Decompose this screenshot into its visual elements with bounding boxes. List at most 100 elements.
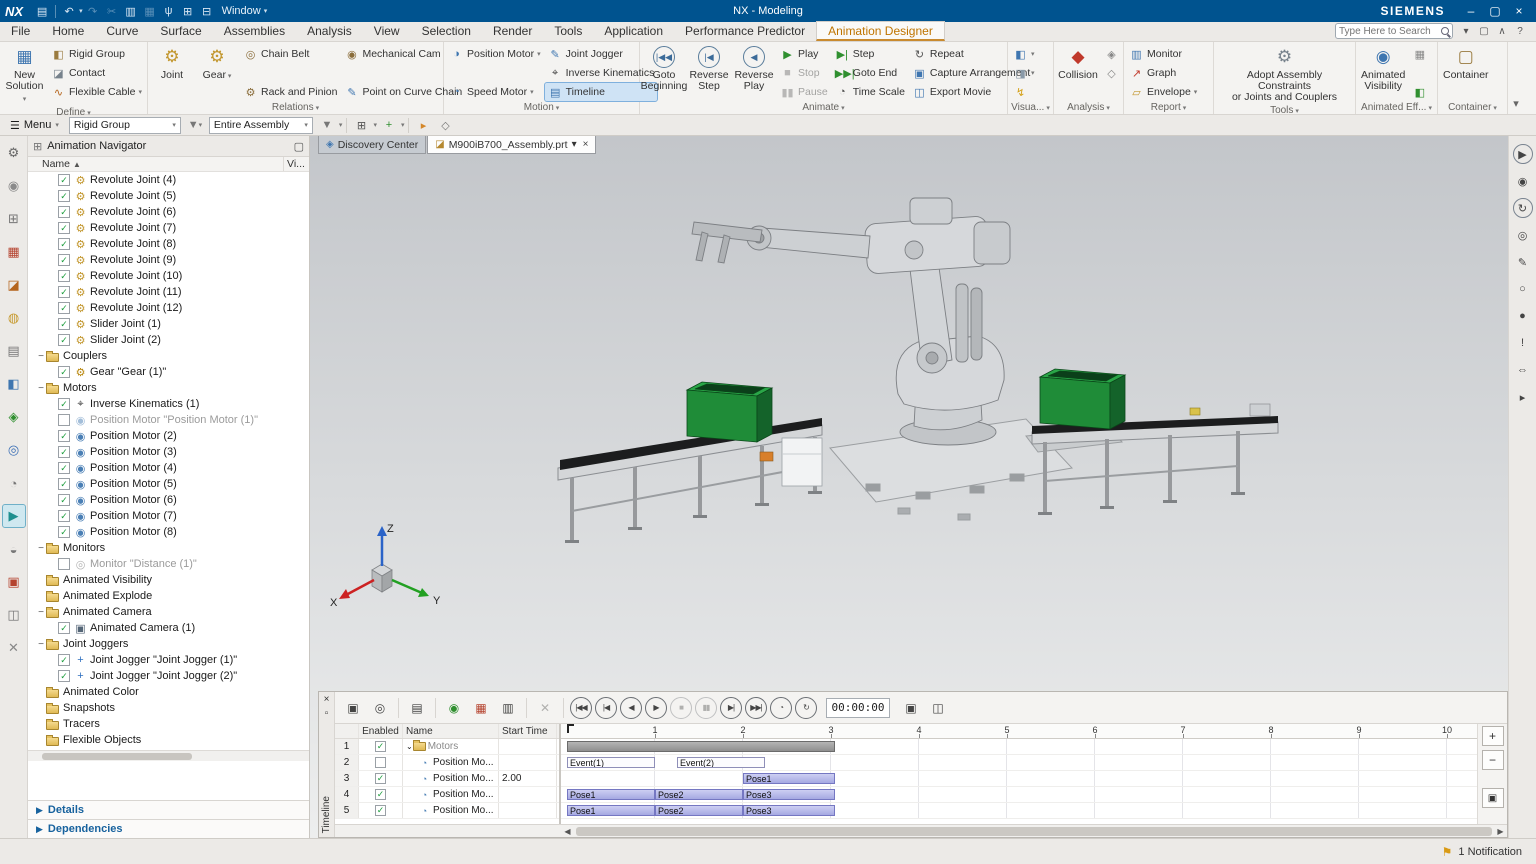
tree-item-slider-joint-2[interactable]: ✓ ⚙ Slider Joint (2) <box>28 332 309 348</box>
minimize-ribbon-icon[interactable]: ∧ <box>1494 23 1510 39</box>
sync-views-icon[interactable]: ◉ <box>1513 171 1533 191</box>
display-mode-button[interactable]: ◨ ▾ <box>1010 64 1038 82</box>
timeline-ruler[interactable]: 1 2 3 4 5 6 7 8 9 10 <box>561 724 1477 739</box>
tree-item-revolute-joint-7[interactable]: ✓ ⚙ Revolute Joint (7) <box>28 220 309 236</box>
tree-item-joint-jogger-joint-jogger-2[interactable]: ✓ + Joint Jogger "Joint Jogger (2)" <box>28 668 309 684</box>
animated-visibility-button[interactable]: ◉ Animated Visibility <box>1358 44 1408 101</box>
tree-item-position-motor-5[interactable]: ✓ ◉ Position Motor (5) <box>28 476 309 492</box>
details-section[interactable]: ▶ Details <box>28 800 309 819</box>
tree-item-position-motor-6[interactable]: ✓ ◉ Position Motor (6) <box>28 492 309 508</box>
tab-curve[interactable]: Curve <box>95 22 149 41</box>
arrow-tool-icon[interactable]: ▸ <box>1513 387 1533 407</box>
goto-end-button[interactable]: ▶▶| Goto End <box>832 64 908 82</box>
tree-checkbox[interactable]: ✓ <box>58 366 70 378</box>
circle-tool-icon[interactable]: ○ <box>1513 279 1533 299</box>
window-layout-icon[interactable]: ⊟ <box>198 2 216 20</box>
graph-button[interactable]: ↗ Graph <box>1126 64 1200 82</box>
capture-pose-icon[interactable]: ▦ <box>469 696 493 720</box>
chain-belt-button[interactable]: ◎ Chain Belt <box>240 45 340 63</box>
rigid-group-button[interactable]: ◧ Rigid Group <box>48 45 145 63</box>
tree-checkbox[interactable]: ✓ <box>58 302 70 314</box>
scroll-right-icon[interactable]: ▶ <box>1494 825 1507 837</box>
fly-through-icon[interactable]: ▸ <box>413 116 433 134</box>
graphics-window[interactable]: Z X Y ◈ Discovery Center ◪ M900iB700_Assemb… <box>310 136 1508 838</box>
tree-checkbox[interactable]: ✓ <box>58 622 70 634</box>
container-button[interactable]: ▢ Container <box>1440 44 1492 101</box>
tree-checkbox[interactable]: ✓ <box>58 670 70 682</box>
timeline-options-icon[interactable]: ▫ <box>325 708 329 722</box>
tree-checkbox[interactable]: ✓ <box>58 238 70 250</box>
tree-item-position-motor-8[interactable]: ✓ ◉ Position Motor (8) <box>28 524 309 540</box>
export-arrangement-icon[interactable]: ▤ <box>405 696 429 720</box>
timeline-row-5[interactable]: 5 ✓ ◔ Position Mo... <box>335 803 559 819</box>
adopt-assembly-constraints-button[interactable]: ⚙ Adopt Assembly Constraints or Joints and… <box>1216 44 1353 105</box>
notifications-bell-icon[interactable]: ◍ <box>3 307 25 329</box>
gantt-bar-pose1[interactable]: Pose1 <box>567 805 655 816</box>
scroll-left-icon[interactable]: ◀ <box>561 825 574 837</box>
goto-end-button[interactable]: ▶▶| <box>745 696 767 719</box>
timeline-close-button[interactable]: × <box>324 694 330 708</box>
part-navigator-icon[interactable]: ◪ <box>3 274 25 296</box>
web-browser-icon[interactable]: ◎ <box>3 439 25 461</box>
restore-button[interactable]: ▢ <box>1483 1 1507 21</box>
hd3d-tools-icon[interactable]: ◈ <box>3 406 25 428</box>
undo-icon[interactable]: ↶ <box>60 2 78 20</box>
save-icon[interactable]: ▤ <box>33 2 51 20</box>
type-filter-combo[interactable]: Rigid Group ▾ <box>68 116 181 134</box>
tree-item-animated-color[interactable]: Animated Color <box>28 684 309 700</box>
gantt-bar-event-2[interactable]: Event(2) <box>677 757 765 768</box>
enabled-checkbox[interactable]: ✓ <box>375 789 386 800</box>
tree-checkbox[interactable]: ✓ <box>58 174 70 186</box>
tree-item-inverse-kinematics-1[interactable]: ✓ ⌖ Inverse Kinematics (1) <box>28 396 309 412</box>
tree-checkbox[interactable] <box>58 558 70 570</box>
tree-checkbox[interactable]: ✓ <box>58 222 70 234</box>
command-search[interactable] <box>1335 23 1453 39</box>
tree-checkbox[interactable]: ✓ <box>58 654 70 666</box>
add-pose-icon[interactable]: ◉ <box>442 696 466 720</box>
tree-expander-icon[interactable]: − <box>36 383 46 394</box>
monitor-button[interactable]: ▥ Monitor <box>1126 45 1200 63</box>
tree-item-couplers[interactable]: − Couplers <box>28 348 309 364</box>
search-input[interactable] <box>1339 25 1441 37</box>
group-label-animate[interactable]: Animate ▾ <box>640 101 1007 114</box>
collision-button[interactable]: ◆ Collision <box>1056 44 1100 101</box>
tab-view[interactable]: View <box>363 22 411 41</box>
selection-filter-icon[interactable]: ▼ ▾ <box>185 116 205 134</box>
reverse-play-button[interactable]: ◀ Reverse Play <box>732 44 776 101</box>
time-cursor[interactable] <box>567 724 574 733</box>
gantt-bar-pose1[interactable]: Pose1 <box>567 789 655 800</box>
tab-analysis[interactable]: Analysis <box>296 22 363 41</box>
tree-item-revolute-joint-11[interactable]: ✓ ⚙ Revolute Joint (11) <box>28 284 309 300</box>
enabled-checkbox[interactable] <box>375 757 386 768</box>
new-arrangement-icon[interactable]: ▣ <box>341 696 365 720</box>
tree-item-animated-camera[interactable]: − Animated Camera <box>28 604 309 620</box>
pause-button[interactable]: ▮▮ Pause <box>777 83 831 101</box>
timeline-row-4[interactable]: 4 ✓ ◔ Position Mo... <box>335 787 559 803</box>
export-movie-button[interactable]: ◫ <box>926 696 950 720</box>
green-bin-left[interactable] <box>685 381 774 443</box>
tree-item-slider-joint-1[interactable]: ✓ ⚙ Slider Joint (1) <box>28 316 309 332</box>
viewport-tab-m900ib700-assembly-prt[interactable]: ◪ M900iB700_Assembly.prt ▾ × <box>427 136 597 154</box>
touch-mode-icon[interactable]: ⊞ <box>179 2 197 20</box>
help-icon[interactable]: ? <box>1512 23 1528 39</box>
tab-render[interactable]: Render <box>482 22 543 41</box>
tab-performance-predictor[interactable]: Performance Predictor <box>674 22 816 41</box>
gantt-bar-pose1[interactable]: Pose1 <box>743 773 836 784</box>
sphere-display-icon[interactable]: ● <box>1513 306 1533 326</box>
tree-checkbox[interactable]: ✓ <box>58 494 70 506</box>
notification-label[interactable]: 1 Notification <box>1458 846 1522 858</box>
navigator-hscrollbar[interactable] <box>28 750 309 761</box>
gantt-bar-group[interactable] <box>567 741 836 752</box>
tab-file[interactable]: File <box>0 22 41 41</box>
system-scenes-icon[interactable]: ◫ <box>3 604 25 626</box>
tab-application[interactable]: Application <box>593 22 674 41</box>
gantt-bar-event-1[interactable]: Event(1) <box>567 757 655 768</box>
tree-item-monitors[interactable]: − Monitors <box>28 540 309 556</box>
timeline-row-3[interactable]: 3 ✓ ◔ Position Mo... 2.00 <box>335 771 559 787</box>
tab-surface[interactable]: Surface <box>149 22 212 41</box>
tree-item-animated-explode[interactable]: Animated Explode <box>28 588 309 604</box>
tree-item-motors[interactable]: − Motors <box>28 380 309 396</box>
window-expand-icon[interactable]: ▢ <box>1476 23 1492 39</box>
tree-expander-icon[interactable]: − <box>36 607 46 618</box>
position-motor-button[interactable]: ◑ Position Motor ▾ <box>446 45 544 63</box>
